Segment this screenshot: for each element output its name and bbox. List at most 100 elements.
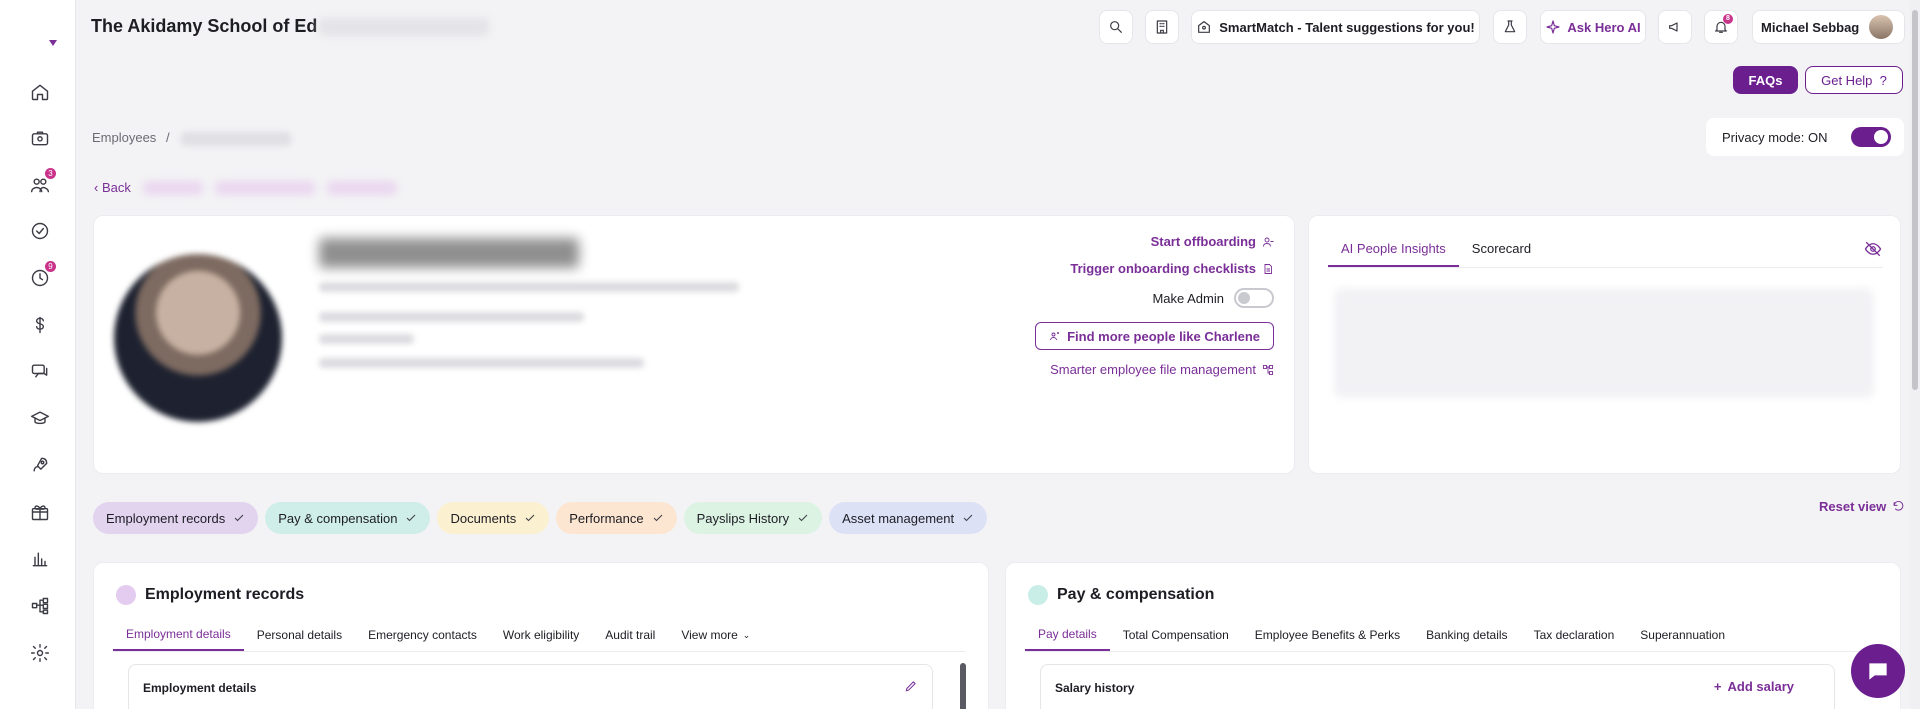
chevron-down-icon[interactable] [49, 40, 57, 46]
briefcase-search-icon[interactable] [26, 124, 54, 152]
tab-scorecard[interactable]: Scorecard [1459, 241, 1544, 267]
page-scrollbar[interactable] [1910, 0, 1920, 709]
notifications-button[interactable]: 8 [1704, 10, 1738, 44]
redacted-line [319, 312, 584, 322]
sub-card-title: Employment details [143, 681, 257, 695]
back-label: Back [101, 180, 131, 195]
pay-tabs: Pay details Total Compensation Employee … [1025, 627, 1877, 652]
reset-icon [1893, 500, 1904, 511]
make-admin-row: Make Admin [1035, 288, 1274, 308]
tab-ai-people-insights[interactable]: AI People Insights [1328, 241, 1459, 267]
start-offboarding-link[interactable]: Start offboarding [1035, 234, 1274, 249]
panel-scrollbar[interactable] [960, 663, 966, 709]
get-help-label: Get Help [1821, 72, 1873, 88]
tab-view-more[interactable]: View more ⌄ [668, 627, 763, 651]
edit-button[interactable] [904, 679, 918, 693]
breadcrumb: Employees / [92, 130, 292, 146]
tab-pay-details[interactable]: Pay details [1025, 627, 1110, 651]
breadcrumb-employees[interactable]: Employees [92, 130, 156, 145]
reset-view-label: Reset view [1819, 499, 1887, 514]
redacted-line [319, 282, 739, 292]
section-tab-asset-management[interactable]: Asset management [829, 502, 988, 534]
tab-emergency-contacts[interactable]: Emergency contacts [355, 627, 490, 651]
company-switch-button[interactable] [1145, 10, 1179, 44]
back-link[interactable]: ‹ Back [94, 180, 131, 195]
reset-view-link[interactable]: Reset view [1819, 499, 1905, 514]
trigger-onboarding-link[interactable]: Trigger onboarding checklists [1035, 261, 1274, 276]
tab-superannuation[interactable]: Superannuation [1627, 627, 1738, 651]
eye-off-icon[interactable] [1864, 240, 1882, 263]
section-tab-documents[interactable]: Documents [437, 502, 550, 534]
beta-feature-button[interactable] [1493, 10, 1527, 44]
add-salary-label: Add salary [1727, 679, 1794, 694]
tab-audit-trail[interactable]: Audit trail [592, 627, 668, 651]
search-button[interactable] [1099, 10, 1133, 44]
page-scrollbar-thumb[interactable] [1912, 10, 1918, 390]
section-tab-label: Asset management [842, 510, 955, 526]
file-management-link[interactable]: Smarter employee file management [1035, 362, 1274, 377]
section-tab-pay-compensation[interactable]: Pay & compensation [265, 502, 431, 534]
lab-flask-icon [1504, 20, 1516, 33]
user-menu-button[interactable]: Michael Sebbag [1752, 10, 1905, 44]
tab-banking-details[interactable]: Banking details [1413, 627, 1520, 651]
panel-title: Employment records [116, 585, 304, 605]
privacy-mode: Privacy mode: ON [1706, 118, 1904, 156]
sidebar: 3 9 [0, 0, 76, 709]
dollar-icon[interactable] [26, 311, 54, 339]
breadcrumb-separator: / [165, 130, 170, 145]
check-shield-icon[interactable] [26, 217, 54, 245]
privacy-toggle[interactable] [1851, 127, 1891, 147]
tab-employment-details[interactable]: Employment details [113, 627, 244, 651]
section-dot [1028, 585, 1048, 605]
panel-title-text: Employment records [145, 586, 305, 603]
trigger-onboarding-label: Trigger onboarding checklists [1070, 261, 1256, 276]
avatar [1869, 15, 1894, 39]
megaphone-icon [1669, 22, 1678, 32]
bar-chart-icon[interactable] [26, 545, 54, 573]
people-icon[interactable]: 3 [26, 168, 56, 199]
pencil-icon [905, 681, 916, 692]
rocket-icon[interactable] [26, 451, 54, 479]
chat-support-button[interactable] [1851, 644, 1905, 698]
panel-title-text: Pay & compensation [1057, 586, 1215, 603]
make-admin-toggle[interactable] [1234, 288, 1274, 308]
add-salary-button[interactable]: + Add salary [1714, 679, 1794, 694]
search-icon [1110, 21, 1122, 33]
check-icon [234, 514, 244, 522]
graduation-icon[interactable] [26, 404, 54, 432]
pay-compensation-panel: Pay & compensation Pay details Total Com… [1005, 562, 1901, 709]
tab-employee-benefits[interactable]: Employee Benefits & Perks [1242, 627, 1413, 651]
section-tab-payslips-history[interactable]: Payslips History [683, 502, 823, 534]
section-tab-employment-records[interactable]: Employment records [93, 502, 259, 534]
find-similar-button[interactable]: Find more people like Charlene [1035, 322, 1274, 350]
redacted-line [319, 334, 414, 344]
smartmatch-button[interactable]: SmartMatch - Talent suggestions for you! [1191, 10, 1480, 44]
tab-tax-declaration[interactable]: Tax declaration [1521, 627, 1628, 651]
tab-total-compensation[interactable]: Total Compensation [1110, 627, 1242, 651]
document-icon [1264, 263, 1272, 274]
gear-icon[interactable] [26, 639, 54, 667]
clock-icon[interactable]: 9 [26, 261, 56, 292]
privacy-label: Privacy mode: ON [1722, 129, 1828, 145]
notification-badge: 8 [1723, 14, 1733, 24]
section-tab-performance[interactable]: Performance [556, 502, 677, 534]
ask-hero-ai-button[interactable]: Ask Hero AI [1540, 10, 1646, 44]
check-icon [407, 514, 416, 522]
org-chart-icon[interactable] [26, 592, 54, 620]
company-name-redacted [319, 18, 490, 37]
home-icon[interactable] [26, 78, 54, 106]
announcements-button[interactable] [1658, 10, 1692, 44]
chat-icon[interactable] [26, 357, 54, 385]
plus-icon: + [1713, 679, 1722, 694]
get-help-button[interactable]: Get Help ? [1805, 66, 1903, 94]
faqs-button[interactable]: FAQs [1733, 66, 1798, 94]
tab-work-eligibility[interactable]: Work eligibility [490, 627, 592, 651]
smartmatch-label: SmartMatch - Talent suggestions for you! [1219, 19, 1475, 35]
back-row: ‹ Back [94, 180, 397, 195]
salary-history-card: Salary history + Add salary [1040, 664, 1835, 709]
gift-icon[interactable] [26, 498, 54, 526]
section-tabs: Employment records Pay & compensation Do… [93, 502, 988, 534]
tab-personal-details[interactable]: Personal details [244, 627, 355, 651]
section-tab-label: Performance [569, 510, 644, 526]
insights-card: AI People Insights Scorecard [1308, 215, 1901, 474]
